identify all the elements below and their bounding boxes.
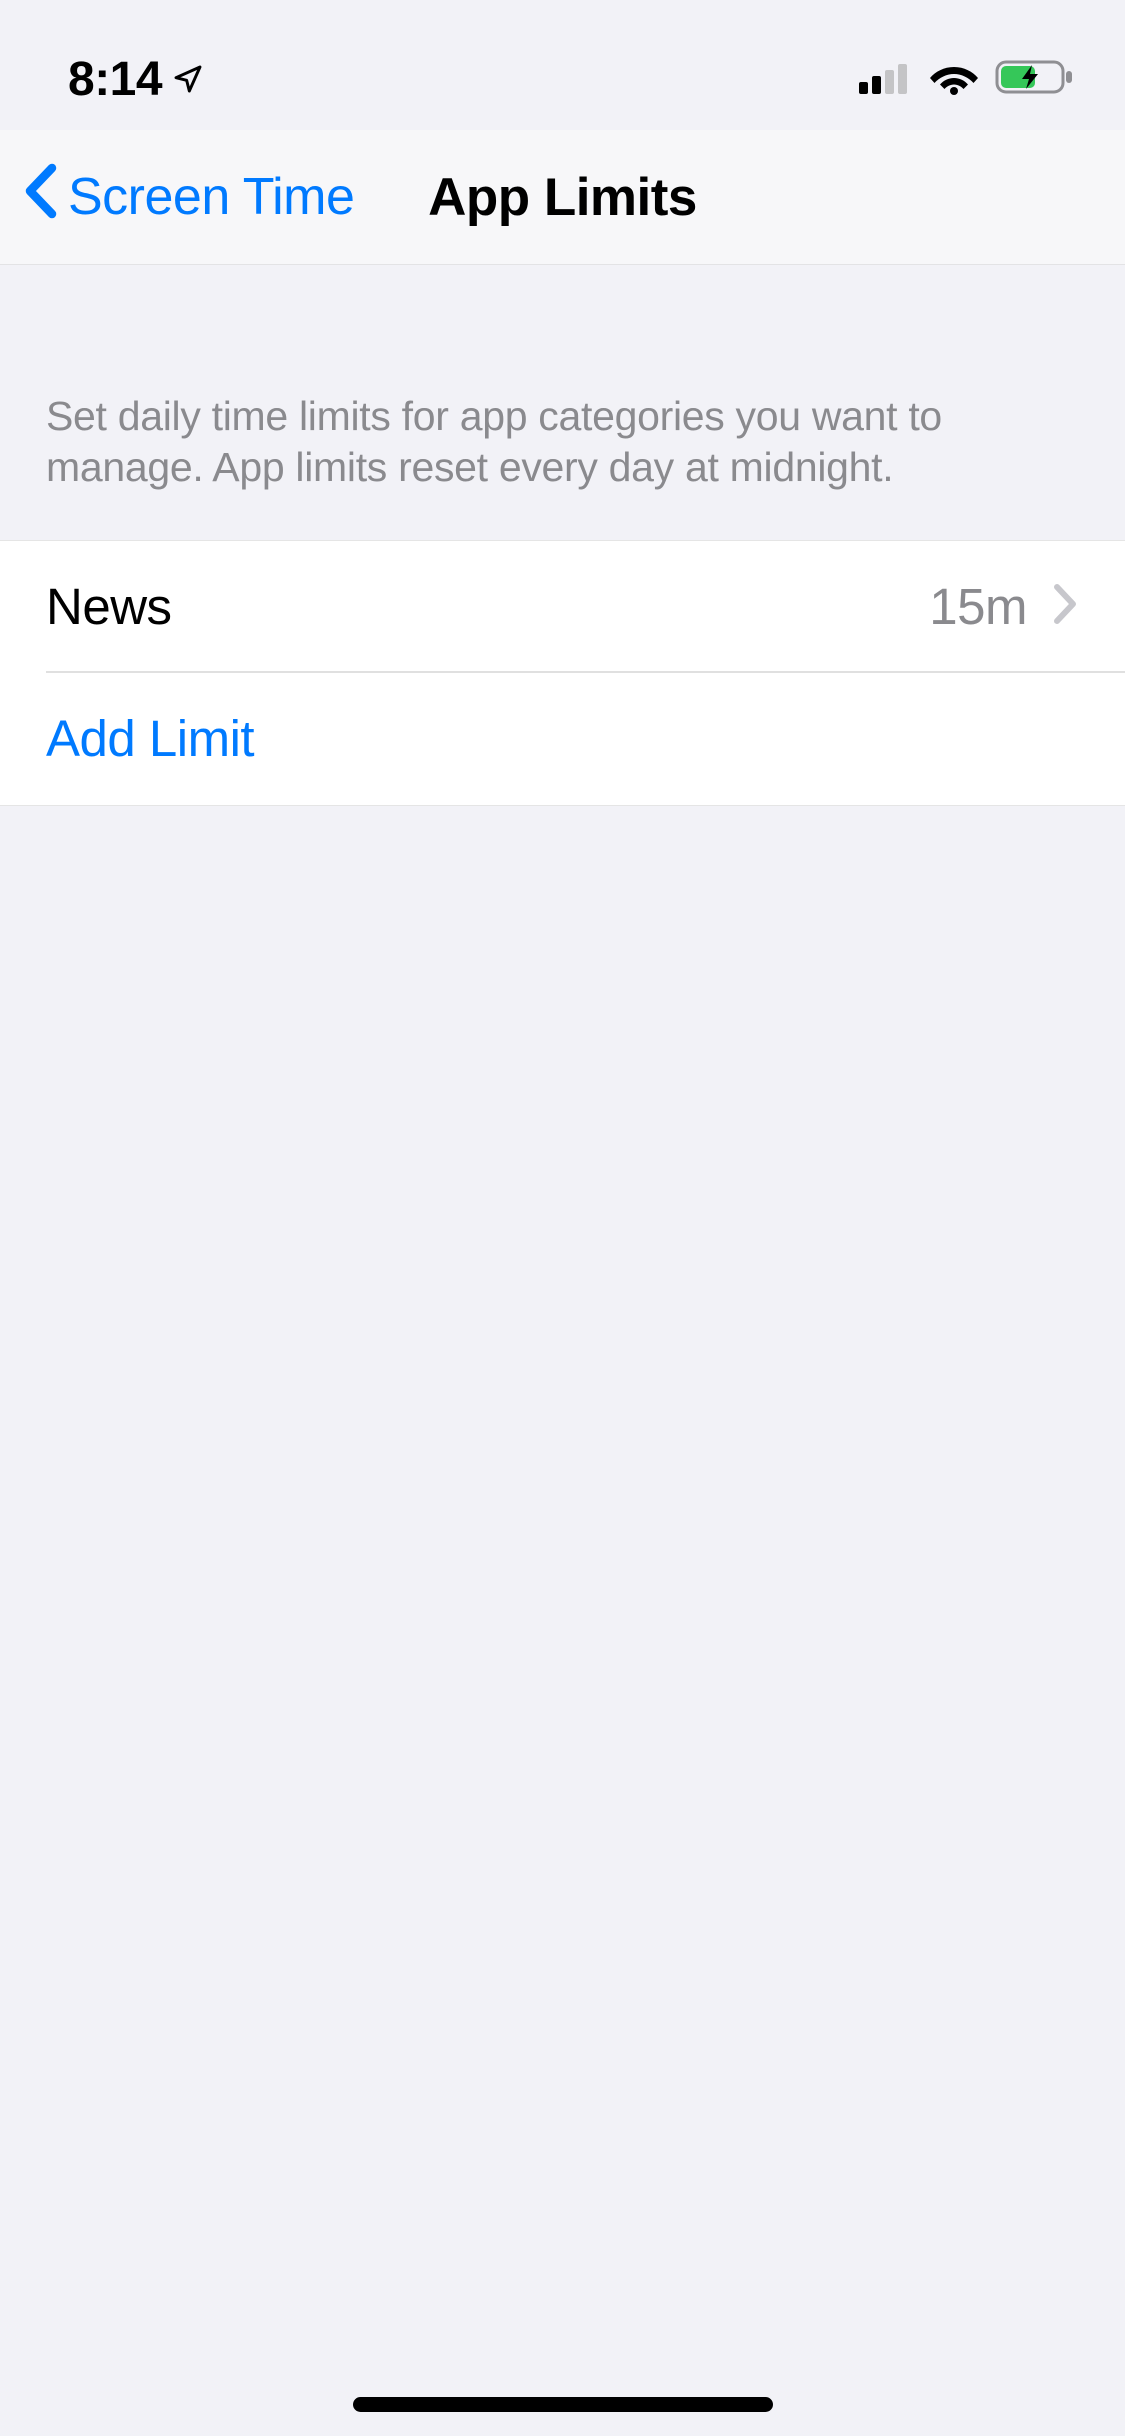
status-left: 8:14 xyxy=(68,52,204,107)
limit-duration: 15m xyxy=(929,577,1027,636)
limit-row-news[interactable]: News 15m xyxy=(0,541,1125,673)
section-description: Set daily time limits for app categories… xyxy=(0,265,1125,540)
limits-list: News 15m Add Limit xyxy=(0,540,1125,806)
add-limit-label: Add Limit xyxy=(46,709,1079,768)
back-button[interactable]: Screen Time xyxy=(22,162,354,233)
chevron-right-icon xyxy=(1053,583,1079,630)
wifi-icon xyxy=(929,59,979,100)
add-limit-button[interactable]: Add Limit xyxy=(0,673,1125,805)
cellular-icon xyxy=(859,60,913,99)
battery-icon xyxy=(995,58,1075,101)
status-bar: 8:14 xyxy=(0,0,1125,130)
nav-bar: Screen Time App Limits xyxy=(0,130,1125,265)
status-right xyxy=(859,58,1075,101)
back-button-label: Screen Time xyxy=(68,167,354,227)
chevron-left-icon xyxy=(22,162,60,233)
location-icon xyxy=(172,52,204,107)
status-time: 8:14 xyxy=(68,52,162,107)
home-indicator[interactable] xyxy=(353,2397,773,2412)
limit-name: News xyxy=(46,577,929,636)
